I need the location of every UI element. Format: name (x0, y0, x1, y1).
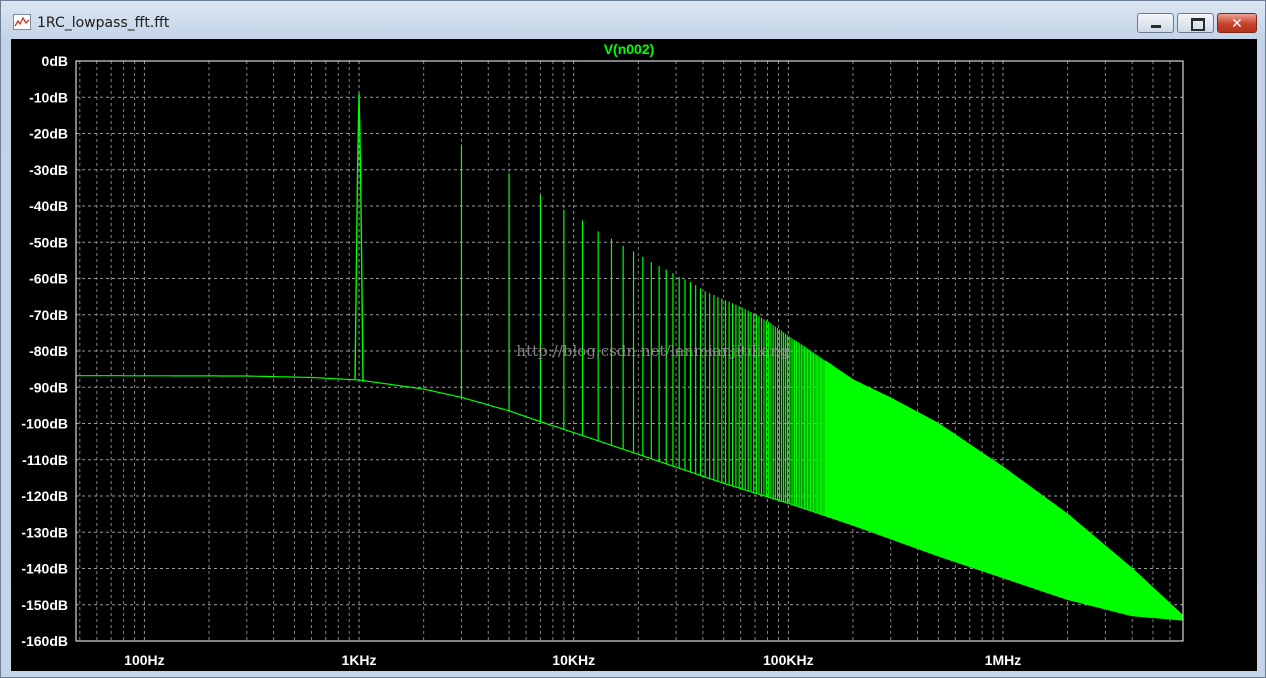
x-axis: 100Hz 1KHz 10KHz 100KHz 1MHz (124, 652, 1021, 668)
y-tick-label: -10dB (29, 89, 68, 105)
y-tick-label: -80dB (29, 343, 68, 359)
y-tick-label: -120dB (21, 488, 68, 504)
y-tick-label: -90dB (29, 379, 68, 395)
y-tick-label: -140dB (21, 561, 68, 577)
y-axis: 0dB -10dB -20dB -30dB -40dB -50dB -60dB -70dB -8… (21, 53, 68, 649)
minimize-icon (1151, 25, 1161, 28)
maximize-button[interactable] (1177, 13, 1214, 33)
y-tick-label: -160dB (21, 633, 68, 649)
window-title: 1RC_lowpass_fft.fft (37, 15, 170, 31)
x-tick-label: 10KHz (552, 652, 595, 668)
plot-pane[interactable]: 0dB -10dB -20dB -30dB -40dB -50dB -60dB -70dB -8… (11, 39, 1257, 671)
trace-title[interactable]: V(n002) (604, 41, 655, 57)
y-tick-label: -40dB (29, 198, 68, 214)
y-tick-label: 0dB (42, 53, 68, 69)
close-icon: ✕ (1231, 15, 1243, 31)
y-tick-label: -110dB (22, 452, 68, 468)
fft-chart[interactable]: 0dB -10dB -20dB -30dB -40dB -50dB -60dB -70dB -8… (11, 39, 1257, 671)
y-tick-label: -130dB (21, 524, 68, 540)
watermark-text: http://blog.csdn.net/lanmianjitiliang (516, 342, 790, 360)
y-tick-label: -30dB (29, 162, 68, 178)
harmonic-band (825, 360, 1184, 621)
maximize-icon (1191, 18, 1205, 31)
x-tick-label: 100Hz (124, 652, 164, 668)
waveform-viewer-icon (13, 14, 31, 30)
minimize-button[interactable] (1137, 13, 1174, 33)
fft-plot-window: 1RC_lowpass_fft.fft ✕ 0dB -10dB -20dB -30dB… (0, 0, 1266, 678)
close-button[interactable]: ✕ (1217, 13, 1257, 33)
y-tick-label: -20dB (29, 126, 68, 142)
x-tick-label: 1MHz (985, 652, 1022, 668)
y-tick-label: -100dB (21, 416, 68, 432)
x-tick-label: 100KHz (763, 652, 814, 668)
y-tick-label: -60dB (29, 271, 68, 287)
y-tick-label: -150dB (21, 597, 68, 613)
y-tick-label: -50dB (29, 234, 68, 250)
title-bar[interactable]: 1RC_lowpass_fft.fft ✕ (1, 1, 1265, 39)
x-tick-label: 1KHz (342, 652, 377, 668)
y-tick-label: -70dB (29, 307, 68, 323)
